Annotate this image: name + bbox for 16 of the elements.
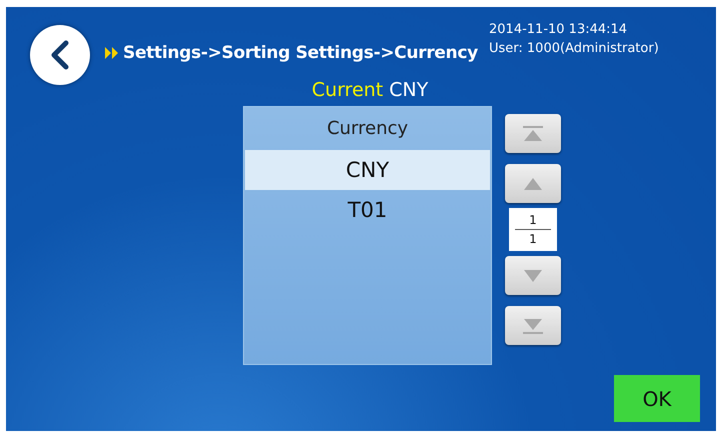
page-number: 1 <box>529 213 537 227</box>
down-triangle-icon <box>522 268 544 282</box>
up-triangle-icon <box>522 176 544 190</box>
back-button[interactable] <box>30 25 90 85</box>
list-header: Currency <box>326 117 410 141</box>
double-chevron-icon <box>104 46 120 60</box>
jump-to-top-icon <box>522 126 544 142</box>
user-info: User: 1000(Administrator) <box>489 41 659 56</box>
datetime: 2014-11-10 13:44:14 <box>489 22 628 37</box>
ok-button[interactable]: OK <box>614 375 700 422</box>
current-value: CNY <box>389 79 428 103</box>
list-item[interactable]: T01 <box>245 190 490 230</box>
jump-to-bottom-icon <box>522 318 544 334</box>
current-label: Current <box>312 79 384 103</box>
list-item[interactable]: CNY <box>245 150 490 190</box>
page-total: 1 <box>529 232 537 246</box>
